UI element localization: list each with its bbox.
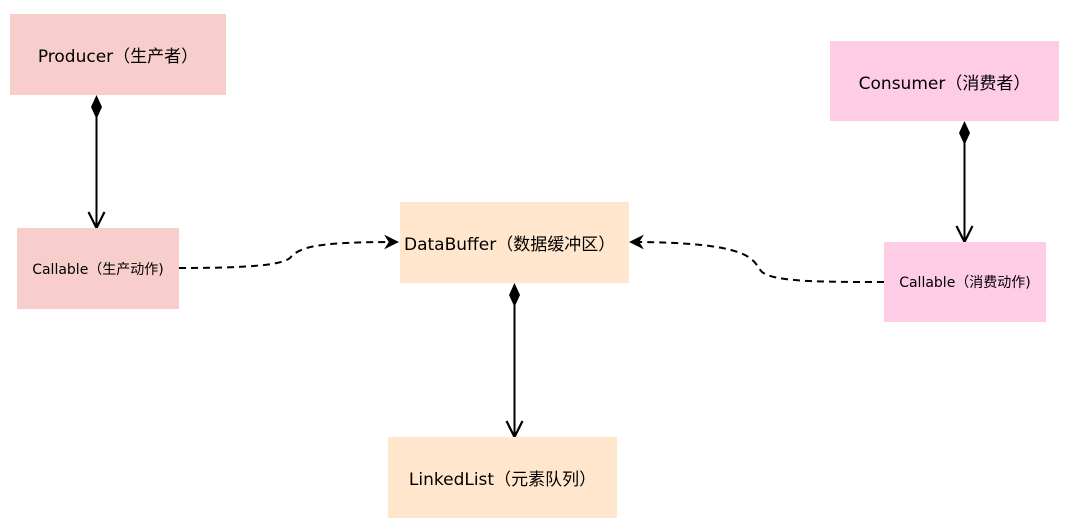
callable-consumer-node: Callable（消费动作) — [884, 242, 1046, 322]
edge-callable-producer-to-databuffer — [178, 234, 399, 269]
consumer-node: Consumer（消费者） — [830, 41, 1059, 121]
callable-producer-label: Callable（生产动作) — [32, 261, 164, 278]
producer-node: Producer（生产者） — [10, 14, 226, 95]
databuffer-node: DataBuffer（数据缓冲区） — [400, 202, 629, 283]
consumer-label: Consumer（消费者） — [858, 73, 1031, 94]
callable-consumer-label: Callable（消费动作) — [899, 275, 1031, 291]
databuffer-label: DataBuffer（数据缓冲区） — [404, 235, 616, 255]
linkedlist-node: LinkedList（元素队列） — [388, 437, 617, 518]
edge-producer-to-callable — [91, 95, 102, 228]
producer-label: Producer（生产者） — [37, 47, 199, 67]
diamond-icon — [91, 95, 102, 119]
diamond-icon — [509, 283, 520, 307]
edge-consumer-to-callable — [959, 121, 970, 242]
callable-producer-node: Callable（生产动作) — [17, 228, 179, 309]
edge-databuffer-to-linkedlist — [509, 283, 520, 437]
edge-callable-consumer-to-databuffer — [629, 234, 885, 283]
diamond-icon — [959, 121, 970, 145]
linkedlist-label: LinkedList（元素队列） — [408, 470, 597, 490]
